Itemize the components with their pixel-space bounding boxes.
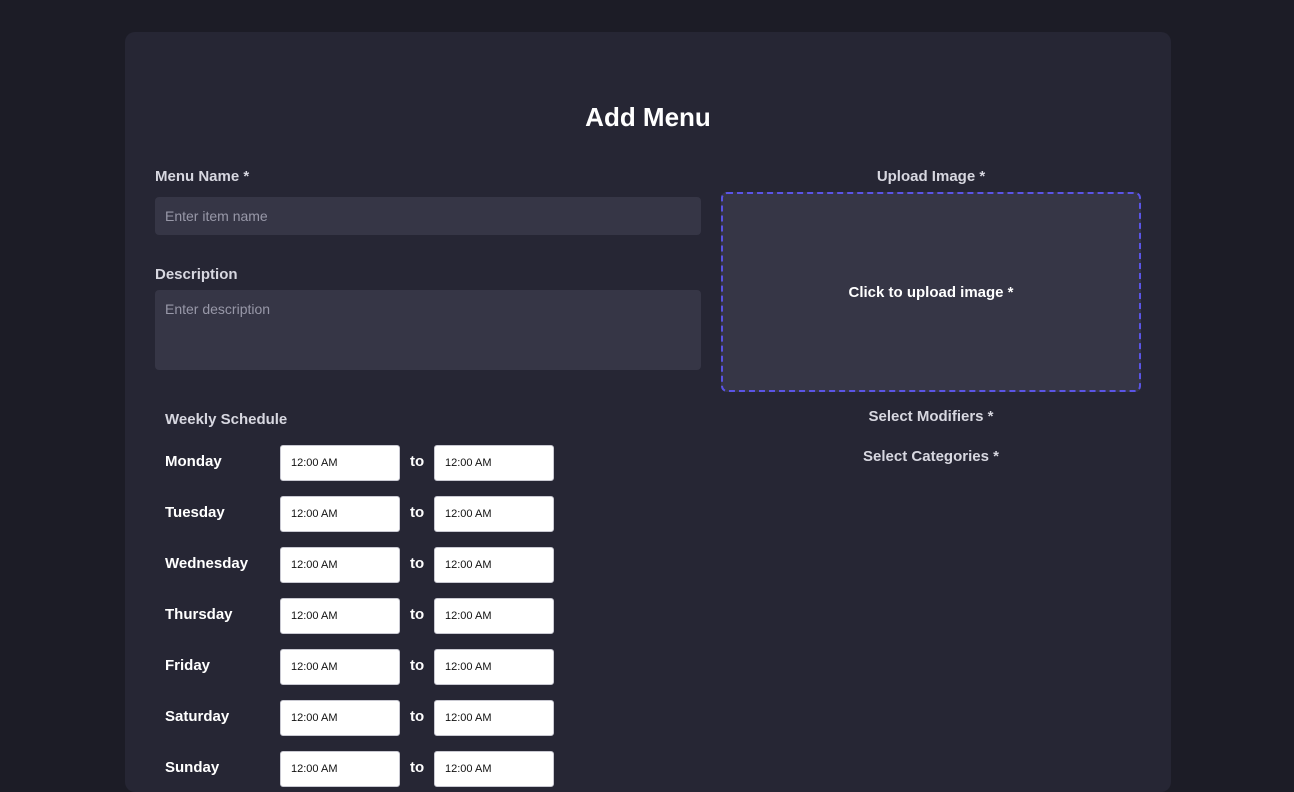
day-name: Friday <box>165 657 211 674</box>
end-time-input[interactable]: 12:00 AM <box>434 445 554 481</box>
end-time-input[interactable]: 12:00 AM <box>434 700 554 736</box>
end-time-input[interactable]: 12:00 AM <box>434 547 554 583</box>
day-name: Tuesday <box>165 504 225 521</box>
page-title: Add Menu <box>585 102 711 132</box>
end-time-input[interactable]: 12:00 AM <box>434 751 554 787</box>
end-time-input[interactable]: 12:00 AM <box>434 496 554 532</box>
schedule-row-saturday: Saturday 12:00 AM to 12:00 AM <box>165 700 565 736</box>
upload-image-dropzone[interactable]: Click to upload image * <box>721 192 1141 392</box>
select-modifiers-label[interactable]: Select Modifiers * <box>721 407 1141 427</box>
weekly-schedule-label: Weekly Schedule <box>165 411 288 428</box>
description-input[interactable] <box>155 290 701 370</box>
start-time-input[interactable]: 12:00 AM <box>280 751 400 787</box>
to-separator: to <box>410 504 425 521</box>
start-time-input[interactable]: 12:00 AM <box>280 700 400 736</box>
schedule-row-monday: Monday 12:00 AM to 12:00 AM <box>165 445 565 481</box>
menu-name-input[interactable] <box>155 197 701 235</box>
day-name: Saturday <box>165 708 230 725</box>
to-separator: to <box>410 606 425 623</box>
start-time-input[interactable]: 12:00 AM <box>280 547 400 583</box>
start-time-input[interactable]: 12:00 AM <box>280 445 400 481</box>
day-name: Thursday <box>165 606 233 623</box>
schedule-row-thursday: Thursday 12:00 AM to 12:00 AM <box>165 598 565 634</box>
end-time-input[interactable]: 12:00 AM <box>434 598 554 634</box>
to-separator: to <box>410 759 425 776</box>
upload-image-label: Upload Image * <box>876 168 986 185</box>
select-categories-label[interactable]: Select Categories * <box>721 447 1141 467</box>
description-label: Description <box>155 266 238 283</box>
start-time-input[interactable]: 12:00 AM <box>280 649 400 685</box>
schedule-row-friday: Friday 12:00 AM to 12:00 AM <box>165 649 565 685</box>
day-name: Monday <box>165 453 222 470</box>
add-menu-card: Add Menu Menu Name * Description Upload … <box>125 32 1171 792</box>
to-separator: to <box>410 555 425 572</box>
to-separator: to <box>410 708 425 725</box>
schedule-row-tuesday: Tuesday 12:00 AM to 12:00 AM <box>165 496 565 532</box>
start-time-input[interactable]: 12:00 AM <box>280 496 400 532</box>
end-time-input[interactable]: 12:00 AM <box>434 649 554 685</box>
schedule-row-wednesday: Wednesday 12:00 AM to 12:00 AM <box>165 547 565 583</box>
upload-image-prompt: Click to upload image * <box>848 283 1014 301</box>
schedule-row-sunday: Sunday 12:00 AM to 12:00 AM <box>165 751 565 787</box>
day-name: Sunday <box>165 759 220 776</box>
to-separator: to <box>410 657 425 674</box>
to-separator: to <box>410 453 425 470</box>
day-name: Wednesday <box>165 555 249 572</box>
menu-name-label: Menu Name * <box>155 168 250 185</box>
start-time-input[interactable]: 12:00 AM <box>280 598 400 634</box>
